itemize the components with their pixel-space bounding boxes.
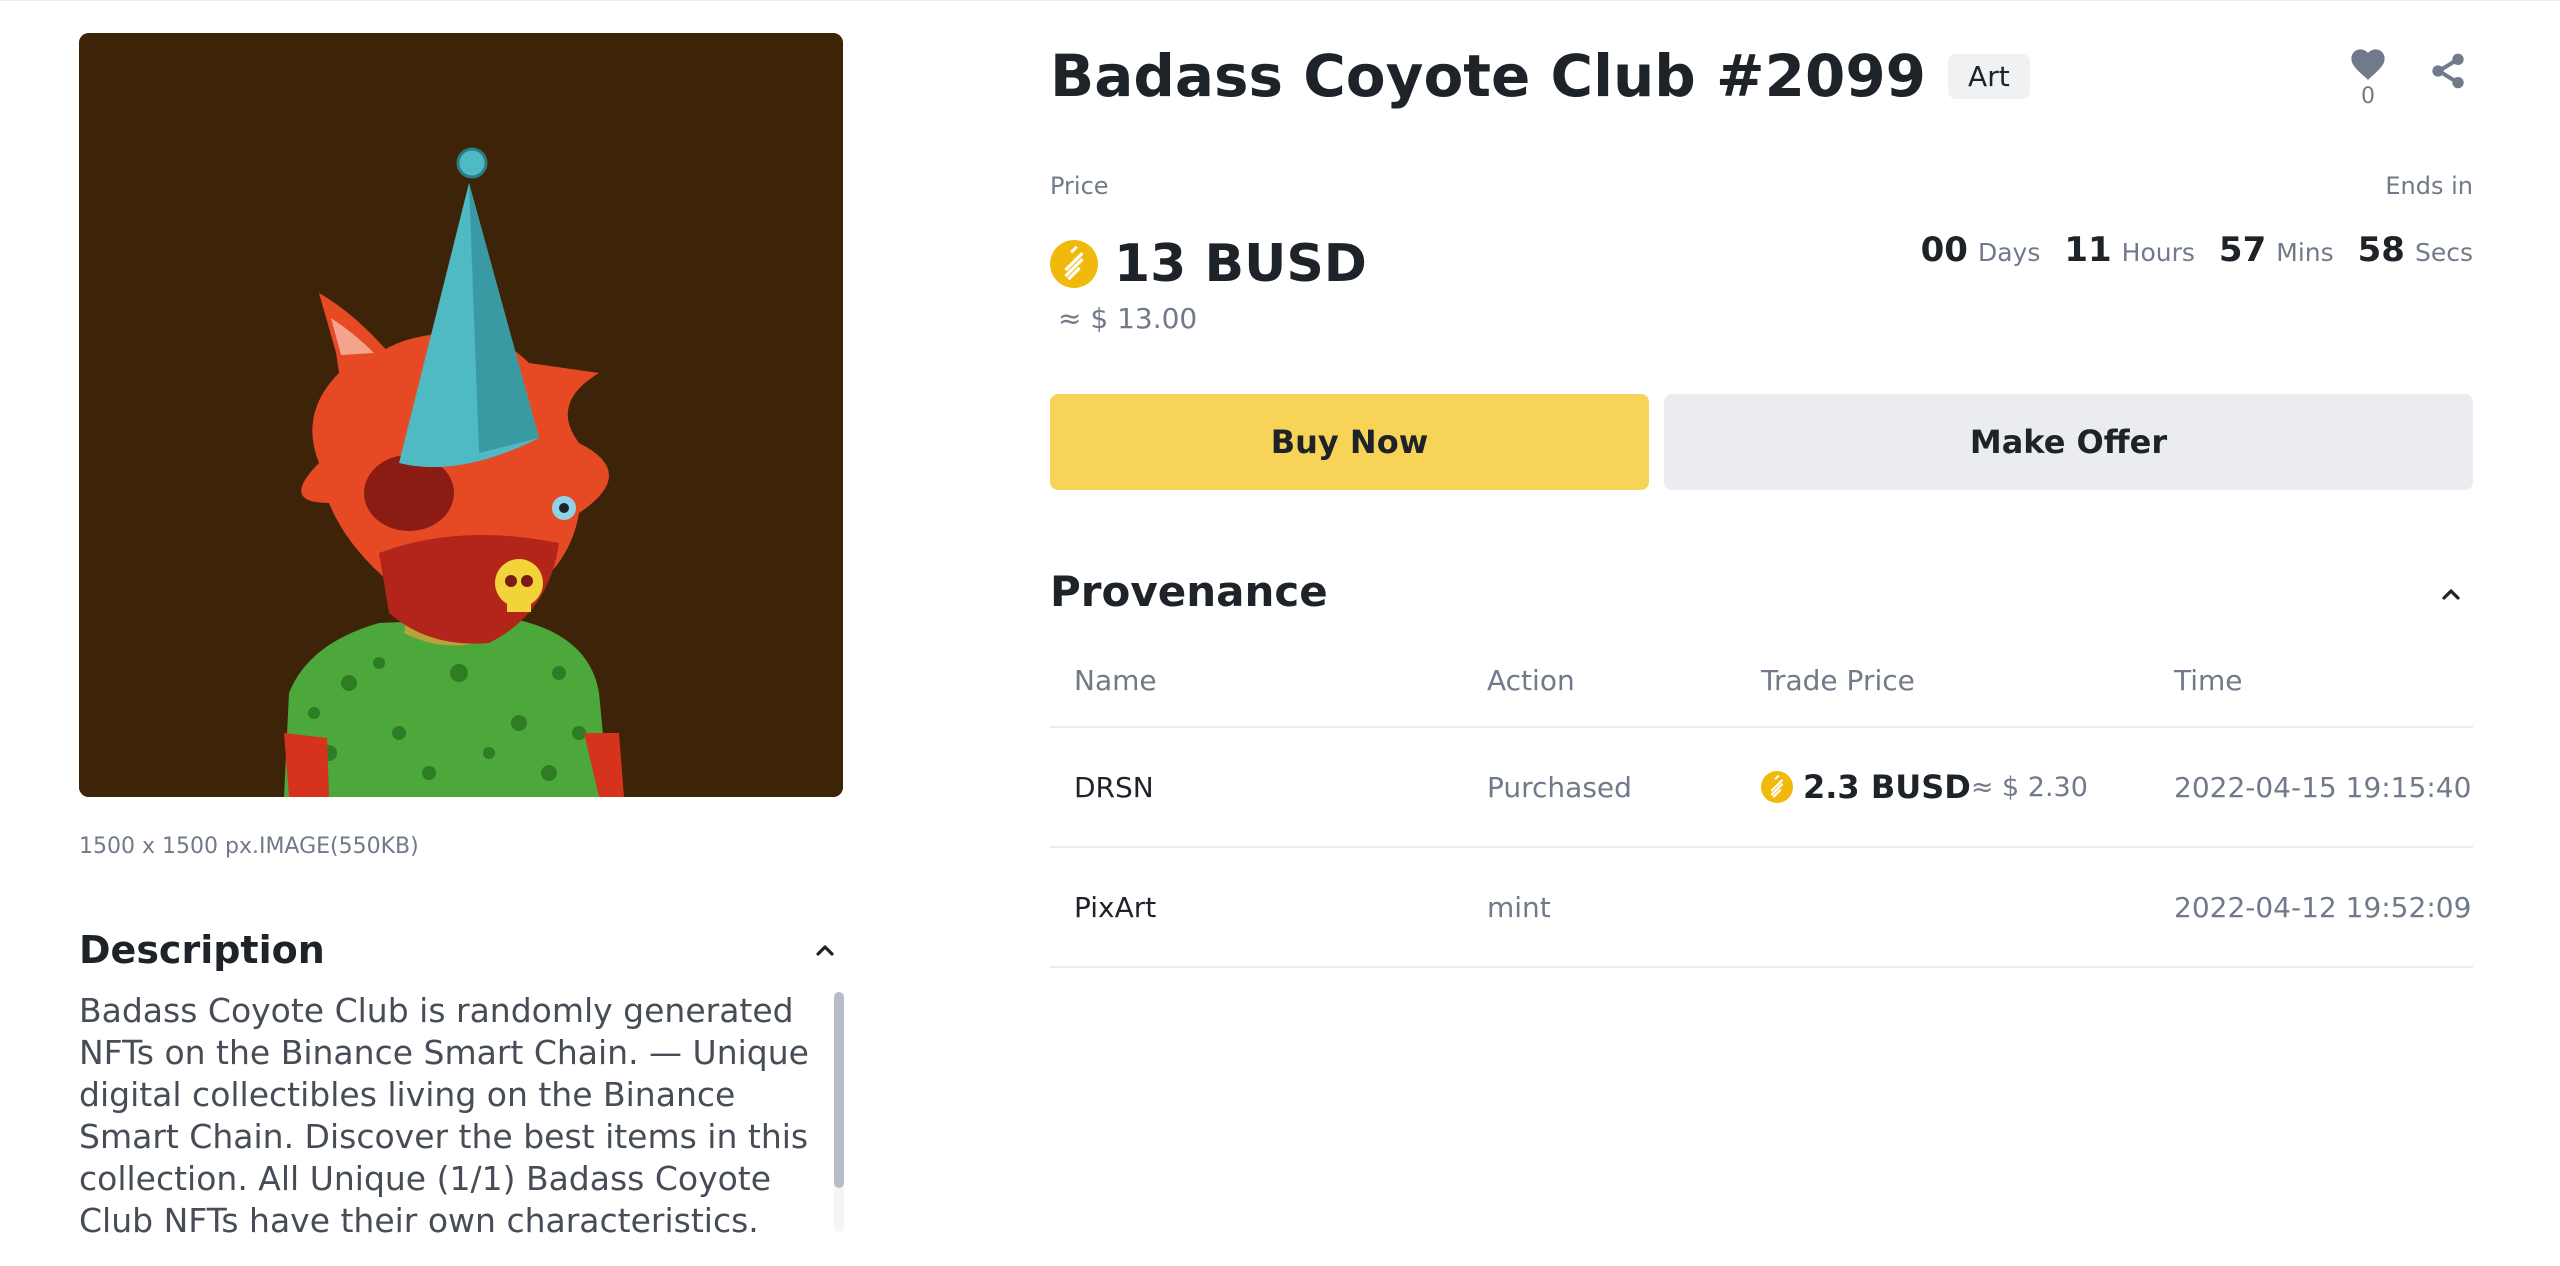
table-row: PixArt mint 2022-04-12 19:52:09 xyxy=(1050,848,2473,968)
row-trade-price: 2.3 BUSD ≈ $ 2.30 xyxy=(1761,728,2088,846)
price-value: 13 BUSD xyxy=(1114,234,1367,294)
price-usd: ≈ $ 13.00 xyxy=(1058,302,1198,335)
countdown: 00 Days 11 Hours 57 Mins 58 Secs xyxy=(1921,230,2473,270)
table-header: Name Action Trade Price Time xyxy=(1050,650,2473,728)
row-action: mint xyxy=(1487,890,1551,924)
description-scrollbar[interactable] xyxy=(834,992,844,1232)
buy-now-button[interactable]: Buy Now xyxy=(1050,394,1649,490)
category-tag[interactable]: Art xyxy=(1948,53,2030,99)
provenance-header[interactable]: Provenance xyxy=(1050,560,2473,624)
image-meta: 1500 x 1500 px.IMAGE(550KB) xyxy=(79,834,419,859)
countdown-secs-label: Secs xyxy=(2414,238,2473,267)
row-name[interactable]: DRSN xyxy=(1074,728,1154,846)
favorite-button[interactable]: 0 xyxy=(2346,46,2390,109)
row-time: 2022-04-15 19:15:40 xyxy=(2174,770,2472,804)
nft-image[interactable] xyxy=(79,33,843,797)
price-label: Price xyxy=(1050,172,1109,200)
description-header[interactable]: Description xyxy=(79,922,843,978)
share-icon[interactable] xyxy=(2428,50,2468,92)
countdown-days: 00 xyxy=(1920,230,1968,270)
nft-title: Badass Coyote Club #2099 xyxy=(1050,42,1927,110)
row-price-usd: ≈ $ 2.30 xyxy=(1970,771,2088,803)
chevron-up-icon[interactable] xyxy=(2439,582,2463,606)
busd-coin-icon xyxy=(1050,240,1098,288)
column-header-time: Time xyxy=(2174,663,2243,697)
description-body: Badass Coyote Club is randomly generated… xyxy=(79,990,839,1236)
countdown-secs: 58 xyxy=(2357,230,2405,270)
coyote-artwork xyxy=(79,33,843,797)
row-name[interactable]: PixArt xyxy=(1074,848,1156,966)
favorite-count: 0 xyxy=(2361,84,2375,109)
countdown-days-label: Days xyxy=(1977,238,2041,267)
countdown-hours-label: Hours xyxy=(2121,238,2195,267)
price-row: 13 BUSD xyxy=(1050,234,1367,294)
top-divider xyxy=(0,0,2560,1)
description-text: Badass Coyote Club is randomly generated… xyxy=(79,991,809,1236)
row-time: 2022-04-12 19:52:09 xyxy=(2174,890,2472,924)
ends-in-label: Ends in xyxy=(2385,172,2473,200)
column-header-name: Name xyxy=(1074,663,1157,697)
row-price-value: 2.3 BUSD xyxy=(1803,768,1971,806)
column-header-action: Action xyxy=(1487,663,1575,697)
make-offer-button[interactable]: Make Offer xyxy=(1664,394,2473,490)
scrollbar-thumb[interactable] xyxy=(834,992,844,1188)
busd-coin-icon xyxy=(1761,771,1793,803)
chevron-up-icon[interactable] xyxy=(813,938,837,962)
countdown-hours: 11 xyxy=(2064,230,2112,270)
table-row: DRSN Purchased 2.3 BUSD ≈ $ 2.30 2022-04… xyxy=(1050,728,2473,848)
description-title: Description xyxy=(79,928,325,972)
provenance-table: Name Action Trade Price Time DRSN Purcha… xyxy=(1050,650,2473,968)
heart-icon[interactable] xyxy=(2349,46,2387,82)
countdown-mins: 57 xyxy=(2218,230,2267,270)
title-row: Badass Coyote Club #2099 Art xyxy=(1050,40,2030,112)
column-header-trade-price: Trade Price xyxy=(1761,663,1915,697)
row-action: Purchased xyxy=(1487,770,1632,804)
countdown-mins-label: Mins xyxy=(2276,238,2334,267)
provenance-title: Provenance xyxy=(1050,567,1328,616)
